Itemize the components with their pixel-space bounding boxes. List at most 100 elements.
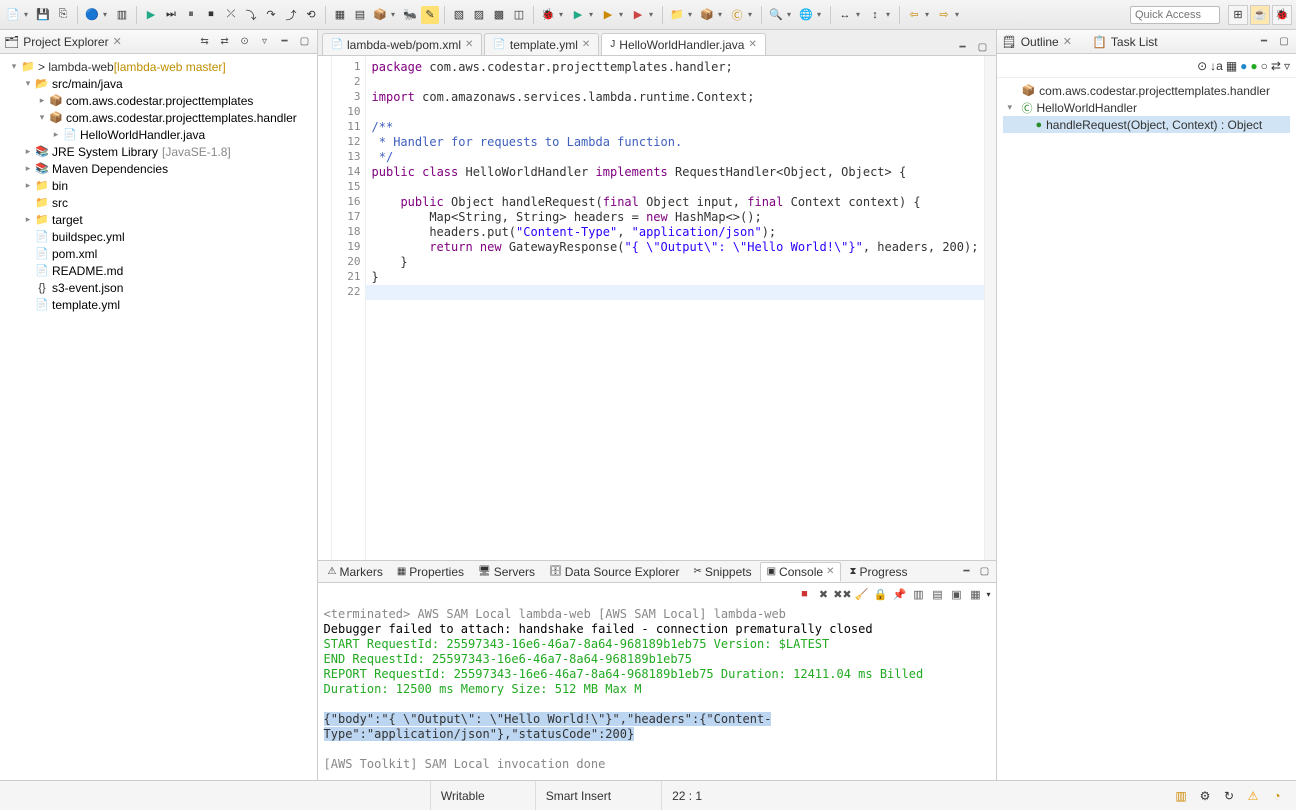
code-line[interactable]: public Object handleRequest(final Object… <box>372 195 979 210</box>
tb-icon[interactable]: ◫ <box>510 6 528 24</box>
outline-package[interactable]: 📦com.aws.codestar.projecttemplates.handl… <box>1003 82 1290 99</box>
java-perspective-button[interactable]: ☕ <box>1250 5 1270 25</box>
nav-icon[interactable]: ↕ <box>866 6 884 24</box>
file-s3event[interactable]: {}s3-event.json <box>0 279 317 296</box>
twisty-icon[interactable]: ▸ <box>36 95 48 106</box>
run-ant-icon[interactable]: 🐜 <box>401 6 419 24</box>
hide-fields-icon[interactable]: ▦ <box>1226 59 1237 73</box>
new-console-button[interactable]: ▦ <box>967 586 983 602</box>
maximize-button[interactable]: ▢ <box>297 34 313 50</box>
outline-method[interactable]: ●handleRequest(Object, Context) : Object <box>1003 116 1290 133</box>
folder-target[interactable]: ▸📁target <box>0 211 317 228</box>
tab-console[interactable]: ▣Console✕ <box>760 562 842 582</box>
tab-markers[interactable]: ⚠Markers <box>322 563 389 581</box>
sort-icon[interactable]: ↓a <box>1210 59 1223 73</box>
tab-helloworldhandler[interactable]: JHelloWorldHandler.java✕ <box>601 33 766 55</box>
twisty-icon[interactable]: ▾ <box>22 78 34 89</box>
task-list-title[interactable]: Task List <box>1111 35 1158 49</box>
show-console-button[interactable]: ▤ <box>929 586 945 602</box>
view-menu-button[interactable]: ▿ <box>257 34 273 50</box>
close-tab-icon[interactable]: ✕ <box>582 39 590 50</box>
step-into-icon[interactable]: ⤵ <box>242 6 260 24</box>
file-helloworldhandler[interactable]: ▸📄HelloWorldHandler.java <box>0 126 317 143</box>
maven-dependencies[interactable]: ▸📚Maven Dependencies <box>0 160 317 177</box>
twisty-icon[interactable]: ▸ <box>50 129 62 140</box>
code-line[interactable]: Map<String, String> headers = new HashMa… <box>372 210 979 225</box>
debug-run-button[interactable]: 🐞 <box>539 6 557 24</box>
twisty-icon[interactable]: ▸ <box>22 180 34 191</box>
file-template[interactable]: 📄template.yml <box>0 296 317 313</box>
skip-button[interactable]: ⏭ <box>162 6 180 24</box>
tab-snippets[interactable]: ✂Snippets <box>687 563 757 581</box>
code-line[interactable] <box>372 105 979 120</box>
search-button[interactable]: 🔍 <box>767 6 785 24</box>
tab-pom[interactable]: 📄lambda-web/pom.xml✕ <box>322 33 483 55</box>
tb-icon[interactable]: ▦ <box>331 6 349 24</box>
open-console-button[interactable]: ▣ <box>948 586 964 602</box>
project-explorer-tree[interactable]: ▾📁> lambda-web [lambda-web master]▾📂src/… <box>0 54 317 780</box>
twisty-icon[interactable]: ▾ <box>36 112 48 123</box>
scroll-lock-button[interactable]: 🔒 <box>872 586 888 602</box>
debug-perspective-button[interactable]: 🐞 <box>1272 5 1292 25</box>
jre-system-library[interactable]: ▸📚JRE System Library [JavaSE-1.8] <box>0 143 317 160</box>
pause-button[interactable]: ⏸ <box>182 6 200 24</box>
hide-static-icon[interactable]: ● <box>1240 59 1247 73</box>
twisty-icon[interactable]: ▸ <box>22 146 34 157</box>
new-package-icon[interactable]: 📦 <box>698 6 716 24</box>
close-icon[interactable]: ✕ <box>826 566 834 577</box>
hide-local-icon[interactable]: ○ <box>1261 59 1268 73</box>
tb-icon[interactable]: ▩ <box>490 6 508 24</box>
step-over-icon[interactable]: ↷ <box>262 6 280 24</box>
save-button[interactable]: 💾 <box>34 6 52 24</box>
folder-bin[interactable]: ▸📁bin <box>0 177 317 194</box>
link-icon[interactable]: ⇄ <box>1271 59 1281 73</box>
tb-icon[interactable]: ▤ <box>351 6 369 24</box>
terminate-button[interactable]: ■ <box>796 586 812 602</box>
maximize-editor-button[interactable]: ▢ <box>974 39 990 55</box>
collapse-all-button[interactable]: ⇆ <box>197 34 213 50</box>
code-line[interactable]: headers.put("Content-Type", "application… <box>372 225 979 240</box>
focus-task-button[interactable]: ⊙ <box>237 34 253 50</box>
hide-nonpublic-icon[interactable]: ● <box>1250 59 1257 73</box>
run-config-button[interactable]: ▶ <box>569 6 587 24</box>
code-line[interactable]: */ <box>372 150 979 165</box>
console-output[interactable]: <terminated> AWS SAM Local lambda-web [A… <box>318 605 997 780</box>
code-line[interactable]: } <box>372 255 979 270</box>
close-tab-icon[interactable]: ✕ <box>748 39 756 50</box>
focus-icon[interactable]: ⊙ <box>1197 59 1207 73</box>
display-console-button[interactable]: ▥ <box>910 586 926 602</box>
minimize-button[interactable]: ━ <box>1256 34 1272 50</box>
run-external-button[interactable]: ▶ <box>629 6 647 24</box>
web-icon[interactable]: 🌐 <box>797 6 815 24</box>
file-readme[interactable]: 📄README.md <box>0 262 317 279</box>
back-button[interactable]: ⇦ <box>905 6 923 24</box>
status-icon[interactable]: ◔ <box>1268 787 1286 805</box>
twisty-icon[interactable]: ▾ <box>1007 102 1017 113</box>
code-line[interactable] <box>372 285 979 300</box>
code-line[interactable]: return new GatewayResponse("{ \"Output\"… <box>372 240 979 255</box>
quick-access-input[interactable] <box>1130 6 1220 24</box>
debug-config-icon[interactable]: 🔵 <box>83 6 101 24</box>
new-project-icon[interactable]: 📁 <box>668 6 686 24</box>
file-buildspec[interactable]: 📄buildspec.yml <box>0 228 317 245</box>
bottom-maximize-button[interactable]: ▢ <box>976 564 992 580</box>
open-perspective-button[interactable]: ⊞ <box>1228 5 1248 25</box>
run-button[interactable]: ▶ <box>142 6 160 24</box>
pin-console-button[interactable]: 📌 <box>891 586 907 602</box>
outline-tree[interactable]: 📦com.aws.codestar.projecttemplates.handl… <box>997 78 1296 137</box>
twisty-icon[interactable]: ▸ <box>22 214 34 225</box>
run-last-button[interactable]: ▶ <box>599 6 617 24</box>
remove-all-button[interactable]: ✖✖ <box>834 586 850 602</box>
status-warning-icon[interactable]: ⚠ <box>1244 787 1262 805</box>
code-line[interactable] <box>372 180 979 195</box>
nav-icon[interactable]: ↔ <box>836 6 854 24</box>
close-icon[interactable]: ✕ <box>1063 35 1072 48</box>
code-line[interactable]: } <box>372 270 979 285</box>
stop-button[interactable]: ⏹ <box>202 6 220 24</box>
step-return-icon[interactable]: ⤴ <box>282 6 300 24</box>
pkg-handler[interactable]: ▾📦com.aws.codestar.projecttemplates.hand… <box>0 109 317 126</box>
twisty-icon[interactable]: ▸ <box>22 163 34 174</box>
clear-console-button[interactable]: 🧹 <box>853 586 869 602</box>
open-type-icon[interactable]: ▥ <box>113 6 131 24</box>
dropdown-icon[interactable]: ▾ <box>24 10 32 19</box>
